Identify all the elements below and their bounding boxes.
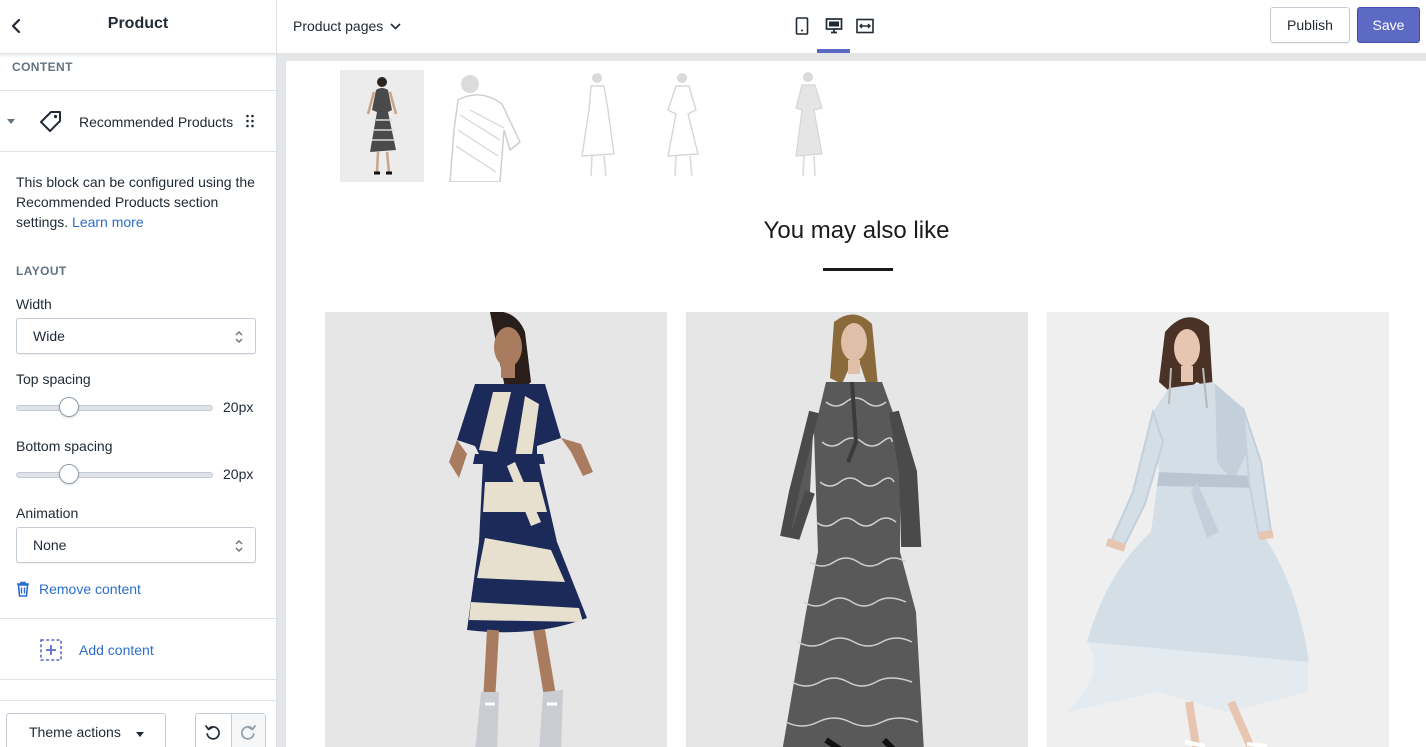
learn-more-link[interactable]: Learn more (72, 214, 144, 230)
theme-actions-label: Theme actions (29, 724, 121, 740)
product-thumbnail[interactable] (648, 70, 718, 182)
theme-actions-button[interactable]: Theme actions (6, 713, 166, 747)
block-name: Recommended Products (79, 114, 234, 130)
undo-icon (205, 725, 221, 740)
select-arrows-icon (235, 540, 243, 552)
width-select-value: Wide (33, 328, 65, 344)
redo-icon (241, 725, 257, 740)
bottom-spacing-label: Bottom spacing (16, 438, 113, 454)
add-content-label: Add content (79, 642, 154, 658)
heading-underline (823, 268, 893, 271)
publish-button[interactable]: Publish (1270, 7, 1350, 43)
caret-down-icon (136, 732, 144, 737)
device-desktop-button[interactable] (822, 14, 846, 38)
header-shadow (0, 54, 276, 58)
width-select[interactable]: Wide (16, 318, 256, 354)
top-spacing-slider[interactable] (16, 395, 213, 419)
bottom-spacing-value: 20px (223, 466, 254, 482)
dress-thumbnail-image (581, 73, 615, 177)
slider-thumb[interactable] (59, 397, 80, 417)
desktop-icon (825, 18, 843, 34)
undo-button[interactable] (196, 714, 231, 747)
slider-thumb[interactable] (59, 464, 80, 484)
editor-topbar: Product pages Publish Save (277, 0, 1426, 53)
product-thumbnail[interactable] (564, 70, 634, 182)
remove-content-button[interactable]: Remove content (16, 578, 141, 600)
product-thumbnail[interactable] (340, 70, 424, 182)
product-image-snakeskin-dress (780, 314, 924, 747)
store-preview: You may also like (285, 61, 1426, 747)
product-image-striped-dress (449, 312, 593, 747)
product-card[interactable] (686, 312, 1028, 747)
slider-track[interactable] (16, 405, 213, 411)
redo-button[interactable] (230, 714, 265, 747)
bottom-spacing-slider[interactable] (16, 462, 213, 486)
layout-section-label: LAYOUT (16, 264, 67, 278)
tag-icon (40, 111, 61, 132)
product-thumbnail[interactable] (440, 70, 530, 182)
product-thumbnail[interactable] (782, 70, 842, 182)
animation-select-value: None (33, 537, 67, 553)
drag-handle-icon[interactable] (245, 114, 255, 128)
animation-label: Animation (16, 505, 79, 521)
slider-track[interactable] (16, 472, 213, 478)
add-block-icon (40, 639, 62, 661)
block-row-recommended-products[interactable]: Recommended Products (0, 90, 276, 152)
product-card[interactable] (325, 312, 667, 747)
trash-icon (17, 581, 29, 597)
product-card[interactable] (1047, 312, 1389, 747)
dress-thumbnail-image (795, 72, 823, 177)
remove-content-label: Remove content (39, 581, 141, 597)
animation-select[interactable]: None (16, 527, 256, 563)
mobile-icon (795, 17, 809, 35)
top-spacing-label: Top spacing (16, 371, 91, 387)
dress-thumbnail-image (449, 75, 521, 182)
page-selector-label: Product pages (293, 18, 384, 34)
dress-thumbnail-image (366, 77, 398, 175)
footer-divider (0, 700, 276, 701)
preview-gutter (277, 53, 285, 747)
content-section-label: CONTENT (12, 60, 73, 74)
select-arrows-icon (235, 331, 243, 343)
collapse-caret-icon[interactable] (7, 119, 15, 124)
save-button[interactable]: Save (1357, 7, 1420, 43)
product-image-ruffle-dress (1067, 317, 1309, 747)
topbar-divider (277, 53, 1426, 61)
device-fullscreen-button[interactable] (853, 14, 877, 38)
undo-redo-group (195, 713, 266, 747)
add-content-button[interactable]: Add content (0, 618, 276, 680)
sidebar-header: Product (0, 0, 276, 54)
editor-sidebar: Product CONTENT Recommended Products Thi… (0, 0, 277, 747)
sidebar-title: Product (107, 15, 169, 32)
chevron-down-icon (390, 22, 401, 30)
dress-thumbnail-image (667, 73, 699, 177)
device-mobile-button[interactable] (790, 14, 814, 38)
fullscreen-icon (856, 18, 874, 34)
top-spacing-value: 20px (223, 399, 254, 415)
width-label: Width (16, 296, 52, 312)
page-selector[interactable]: Product pages (293, 16, 401, 36)
recommendations-heading: You may also like (763, 217, 950, 244)
block-description: This block can be configured using the R… (16, 172, 266, 232)
